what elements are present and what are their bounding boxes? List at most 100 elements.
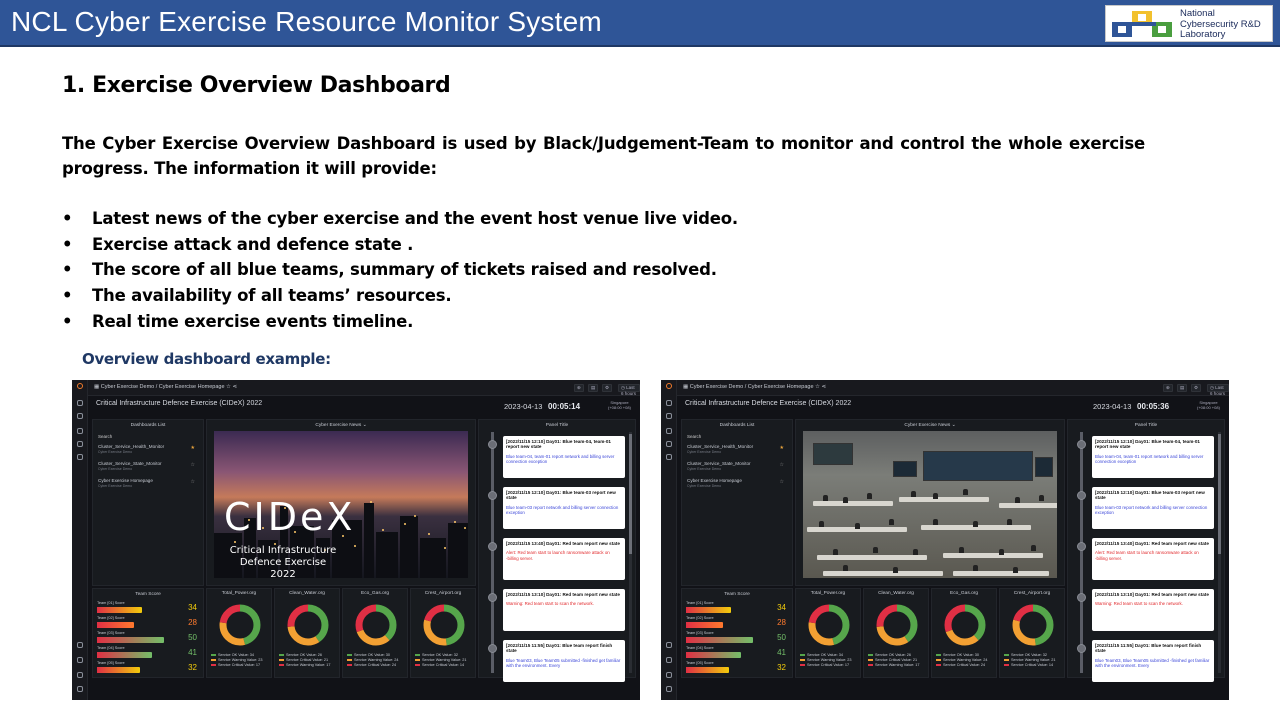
shield-icon[interactable]: [666, 657, 672, 663]
list-item: • The availability of all teams’ resource…: [62, 286, 452, 306]
star-icon[interactable]: ☆: [191, 462, 195, 468]
event-title: [2022/11/15 13:10] Day01: Red team repor…: [506, 592, 620, 597]
save-icon[interactable]: ▤: [588, 384, 599, 392]
legend-label: Service Warning Value: 24: [354, 658, 399, 662]
star-icon[interactable]: ☆: [780, 462, 784, 468]
team-score-row: Team [02] Score 28: [97, 616, 199, 631]
dashboard-title: Critical Infrastructure Defence Exercise…: [685, 400, 852, 407]
timeline-event[interactable]: [2022/11/15 13:40] Day01: Red team repor…: [503, 538, 625, 580]
person-shape: [823, 495, 828, 501]
breadcrumb[interactable]: ▦ Cyber Exercise Demo / Cyber Exercise H…: [683, 384, 826, 390]
help-icon[interactable]: [666, 686, 672, 692]
timeline-event[interactable]: [2022/11/15 12:10] Day01: Blue team-04, …: [503, 436, 625, 478]
person-shape: [889, 519, 894, 525]
timeline-event[interactable]: [2022/11/15 13:10] Day01: Red team repor…: [503, 589, 625, 631]
timeline-event[interactable]: [2022/11/15 11:55] Day01: Blue team repo…: [1092, 640, 1214, 682]
search-icon[interactable]: [666, 400, 672, 406]
team-score-row: Team [04] Score 41: [97, 646, 199, 661]
desk-row: [899, 497, 989, 502]
list-item[interactable]: Cluster_Service_Health_Monitor Cyber Exer…: [98, 444, 198, 461]
save-icon[interactable]: ▤: [1177, 384, 1188, 392]
timeline-marker: [488, 440, 497, 449]
settings-icon[interactable]: [666, 642, 672, 648]
star-icon[interactable]: ★: [780, 445, 784, 451]
star-icon[interactable]: ★: [191, 445, 195, 451]
timeline-event[interactable]: [2022/11/15 13:10] Day01: Red team repor…: [1092, 589, 1214, 631]
breadcrumb[interactable]: ▦ Cyber Exercise Demo / Cyber Exercise H…: [94, 384, 237, 390]
event-title: [2022/11/15 12:10] Day01: Blue team-03 r…: [1095, 490, 1205, 501]
timeline-panel: Panel Title [2022/11/15 12:10] Day01: Blu…: [478, 419, 636, 682]
list-item[interactable]: Cyber Exercise Homepage Cyber Exercise De…: [98, 478, 198, 495]
legend-label: Service OK Value: 30: [943, 653, 980, 657]
side-nav: [72, 380, 88, 700]
alerting-icon[interactable]: [666, 454, 672, 460]
help-icon[interactable]: [77, 686, 83, 692]
donut-legend: Service OK Value: 30 Service Warning Valu…: [936, 653, 988, 668]
add-panel-button[interactable]: ⊕: [1163, 384, 1173, 392]
timeline-event[interactable]: [2022/11/15 12:10] Day01: Blue team-03 r…: [1092, 487, 1214, 529]
dashboards-icon[interactable]: [666, 428, 672, 434]
team-score-value: 28: [188, 618, 197, 627]
list-item[interactable]: Cluster_Service_State_Monitor Cyber Exerc…: [98, 461, 198, 478]
legend-label: Service Critical Value: 21: [286, 658, 329, 662]
timeline-event[interactable]: [2022/11/15 12:10] Day01: Blue team-03 r…: [503, 487, 625, 529]
explore-icon[interactable]: [666, 441, 672, 447]
star-icon[interactable]: ☆: [191, 479, 195, 485]
list-item[interactable]: Cyber Exercise Homepage Cyber Exercise De…: [687, 478, 787, 495]
panel-title: Clean_Water.org: [289, 591, 325, 596]
team-score-label: Team [05] Score: [686, 661, 714, 665]
search-icon[interactable]: [77, 400, 83, 406]
timeline-event[interactable]: [2022/11/15 12:10] Day01: Blue team-04, …: [1092, 436, 1214, 478]
desk-row: [817, 555, 927, 560]
user-avatar-icon[interactable]: [666, 672, 672, 678]
org-availability-panel: Crest_Airport.org Service OK Value: 32 Ser…: [999, 588, 1065, 678]
list-item[interactable]: Cluster_Service_Health_Monitor Cyber Exer…: [687, 444, 787, 461]
scrollbar-thumb[interactable]: [629, 434, 632, 554]
light-dot: [454, 521, 456, 523]
ncl-logo: National Cybersecurity R&D Laboratory: [1105, 5, 1273, 42]
add-panel-button[interactable]: ⊕: [574, 384, 584, 392]
legend-swatch: [279, 659, 284, 661]
panel-title: Team Score: [135, 592, 161, 597]
bullet-text: Latest news of the cyber exercise and th…: [92, 209, 738, 228]
star-icon[interactable]: ☆: [780, 479, 784, 485]
legend-swatch: [279, 654, 284, 656]
team-score-bar: [97, 637, 164, 643]
settings-icon[interactable]: ⚙: [602, 384, 613, 392]
list-item[interactable]: Cluster_Service_State_Monitor Cyber Exerc…: [687, 461, 787, 478]
panel-title: Eco_Gas.org: [361, 591, 389, 596]
person-shape: [973, 521, 978, 527]
dashboards-icon[interactable]: [77, 428, 83, 434]
timeline-scrollbar[interactable]: [629, 432, 632, 673]
star-icon[interactable]: [77, 413, 83, 419]
team-score-value: 41: [188, 648, 197, 657]
scrollbar-thumb[interactable]: [1218, 434, 1221, 554]
settings-icon[interactable]: [77, 642, 83, 648]
shield-icon[interactable]: [77, 657, 83, 663]
donut-legend: Service OK Value: 26 Service Critical Val…: [279, 653, 331, 668]
alerting-icon[interactable]: [77, 454, 83, 460]
star-icon[interactable]: [666, 413, 672, 419]
person-shape: [911, 491, 916, 497]
explore-icon[interactable]: [77, 441, 83, 447]
list-item: • The score of all blue teams, summary of…: [62, 260, 717, 280]
person-shape: [913, 549, 918, 555]
grafana-logo-icon[interactable]: [666, 383, 672, 389]
list-item-folder: Cyber Exercise Demo: [687, 450, 722, 454]
search-label[interactable]: Search: [98, 434, 198, 439]
user-avatar-icon[interactable]: [77, 672, 83, 678]
time-range-picker[interactable]: ◷ Last 6 hours: [1207, 384, 1229, 396]
timeline-scrollbar[interactable]: [1218, 432, 1221, 673]
time-range-picker[interactable]: ◷ Last 6 hours: [618, 384, 640, 396]
timeline-marker: [1077, 644, 1086, 653]
cidex-subtitle-line-2: Defence Exercise 2022: [239, 557, 327, 578]
event-body: Blue team-04, team-01 report network and…: [1095, 453, 1204, 464]
settings-icon[interactable]: ⚙: [1191, 384, 1202, 392]
search-label[interactable]: Search: [687, 434, 787, 439]
timeline-event[interactable]: [2022/11/15 13:40] Day01: Red team repor…: [1092, 538, 1214, 580]
legend-swatch: [800, 654, 805, 656]
donut-legend: Service OK Value: 32 Service Warning Valu…: [415, 653, 467, 668]
grafana-logo-icon[interactable]: [77, 383, 83, 389]
legend-swatch: [347, 659, 352, 661]
timeline-event[interactable]: [2022/11/15 11:55] Day01: Blue team repo…: [503, 640, 625, 682]
